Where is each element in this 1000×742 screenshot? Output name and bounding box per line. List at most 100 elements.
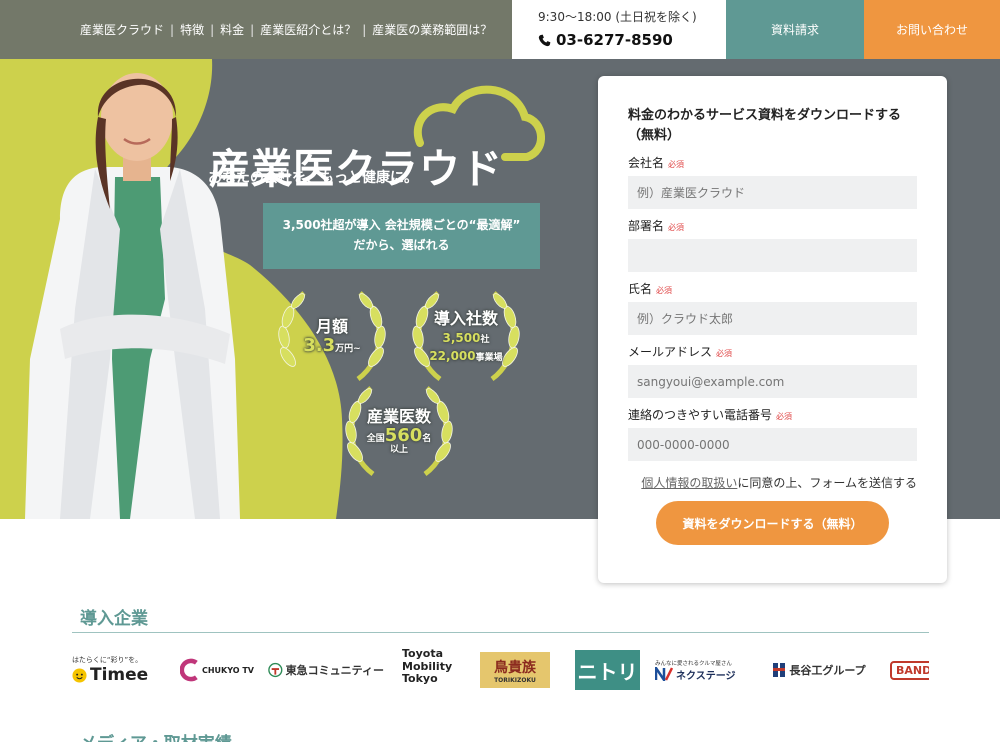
privacy-policy-link[interactable]: 個人情報の取扱い (641, 476, 737, 490)
nav-item-home[interactable]: 産業医クラウド (80, 21, 164, 38)
badge-title: 月額 (315, 317, 348, 337)
department-input[interactable] (628, 239, 917, 273)
field-label: 会社名 必須 (628, 154, 917, 171)
label-text: 連絡のつきやすい電話番号 (628, 408, 773, 423)
client-logo-toyota-mobility: Toyota Mobility Tokyo (402, 648, 453, 686)
privacy-consent: 個人情報の取扱いに同意の上、フォームを送信する (628, 474, 917, 491)
badge-doctor-text: 産業医数 全国560名 以上 (343, 382, 455, 482)
badge-doctor-count: 産業医数 全国560名 以上 (343, 382, 455, 482)
phone-number[interactable]: 03-6277-8590 (538, 31, 726, 49)
logo-name: ネクステージ (676, 670, 736, 682)
client-logo-chukyo-tv: CHUKYO TV (180, 648, 254, 692)
document-download-form: 料金のわかるサービス資料をダウンロードする（無料） 会社名必須 部署名必須 氏名… (598, 76, 947, 583)
email-input[interactable] (628, 365, 917, 399)
logo-name: Timee (90, 665, 149, 685)
field-phone: 連絡のつきやすい電話番号 必須 (628, 406, 917, 462)
badge-title: 産業医数 (366, 407, 431, 427)
badge-unit: 社 (480, 334, 490, 345)
phone-input[interactable] (628, 428, 917, 462)
nav-item-pricing[interactable]: 料金 (220, 21, 244, 38)
field-label: メールアドレス 必須 (628, 343, 917, 360)
nav-item-scope[interactable]: 産業医の業務範囲は？ (372, 21, 492, 38)
client-logo-tokyu-community: 東急コミュニティー (268, 648, 384, 692)
form-title: 料金のわかるサービス資料をダウンロードする（無料） (628, 108, 902, 144)
promo-line-1: 3,500社超が導入 会社規模ごとの“最適解” (282, 218, 521, 233)
field-department: 部署名 必須 (628, 217, 917, 273)
logo-subtext: TORIKIZOKU (494, 676, 536, 684)
required-badge: 必須 (668, 223, 685, 233)
required-badge: 必須 (716, 349, 733, 359)
logo-name: 長谷工グループ (789, 664, 866, 677)
badge-unit: 事業場 (475, 352, 503, 363)
nav-separator: | (250, 22, 255, 37)
client-logo-haseko: 長谷工グループ (772, 648, 866, 692)
badge-value-row: 全国560名 (367, 426, 432, 446)
submit-download-button[interactable]: 資料をダウンロードする（無料） (656, 501, 889, 546)
media-section-title: メディア・取材実績 (80, 729, 232, 742)
badge-suffix: 以上 (389, 444, 408, 455)
client-logo-torikizoku: 鳥貴族 TORIKIZOKU (480, 652, 550, 688)
top-nav: 産業医クラウド | 特徴 | 料金 | 産業医紹介とは？ | 産業医の業務範囲は… (0, 0, 512, 59)
badge-value-row: 3.3万円~ (303, 334, 361, 356)
clients-section-title: 導入企業 (80, 609, 148, 629)
logo-name: 東急コミュニティー (285, 664, 384, 677)
promo-banner: 3,500社超が導入 会社規模ごとの“最適解” だから、選ばれる (263, 203, 540, 269)
badge-monthly-fee: 月額 3.3万円~ (276, 287, 388, 387)
nav-item-features[interactable]: 特徴 (180, 21, 204, 38)
nav-item-about-introduction[interactable]: 産業医紹介とは？ (260, 21, 356, 38)
timee-face-icon (72, 667, 87, 683)
nav-separator: | (170, 22, 175, 37)
nav-separator: | (362, 22, 367, 37)
required-badge: 必須 (656, 286, 673, 296)
logo-subtext: みんなに愛されるクルマ屋さん (655, 660, 732, 667)
phone-number-text: 03-6277-8590 (556, 31, 673, 49)
label-text: 氏名 (628, 282, 653, 297)
hero-tagline: あなたの会社を、もっと健康に。 (208, 170, 418, 186)
client-logo-strip: はたらくに“彩り”を。 Timee CHUKYO TV 東急コミュニティー To… (72, 648, 929, 692)
label-text: 会社名 (628, 156, 665, 171)
field-label: 部署名 必須 (628, 217, 917, 234)
badge-companies-value: 3,500 (442, 330, 481, 345)
field-email: メールアドレス 必須 (628, 343, 917, 399)
chukyo-c-icon (180, 658, 198, 682)
contact-hours-box: 9:30〜18:00 (土日祝を除く) 03-6277-8590 (512, 0, 726, 59)
field-company: 会社名 必須 (628, 154, 917, 210)
business-hours: 9:30〜18:00 (土日祝を除く) (538, 10, 697, 24)
badge-value: 560 (384, 424, 423, 446)
badge-unit: 名 (422, 433, 432, 444)
client-logo-nextage: みんなに愛されるクルマ屋さん ネクステージ (655, 648, 750, 692)
logo-name: 鳥貴族 (494, 659, 536, 676)
badge-adoption-text: 導入社数 3,500社 22,000事業場 (410, 287, 522, 387)
badge-monthly-fee-text: 月額 3.3万円~ (276, 287, 388, 387)
logo-name: CHUKYO TV (201, 665, 254, 675)
logo-main-row: Timee (72, 665, 148, 685)
badge-title: 導入社数 (433, 309, 498, 329)
label-text: メールアドレス (628, 345, 713, 360)
badge-adoption-count: 導入社数 3,500社 22,000事業場 (410, 287, 522, 387)
field-label: 氏名 必須 (628, 280, 917, 297)
logo-subtext: はたらくに“彩り”を。 (72, 656, 143, 664)
badge-line-2: 22,000事業場 (429, 346, 502, 364)
badge-prefix: 全国 (366, 433, 385, 444)
logo-main-row: ネクステージ (655, 667, 736, 682)
logo-name: BAND (890, 660, 929, 680)
badge-line-1: 3,500社 (443, 328, 490, 346)
badge-unit: 万円~ (335, 343, 361, 354)
badge-sites-value: 22,000 (429, 348, 476, 363)
label-text: 部署名 (628, 219, 665, 234)
promo-line-2: だから、選ばれる (353, 238, 450, 252)
field-name: 氏名 必須 (628, 280, 917, 336)
nextage-n-icon (655, 667, 673, 681)
required-badge: 必須 (776, 412, 793, 422)
contact-button[interactable]: お問い合わせ (864, 0, 1000, 59)
request-document-button[interactable]: 資料請求 (726, 0, 864, 59)
badge-value: 3.3 (303, 334, 336, 356)
section-divider (72, 632, 929, 633)
haseko-mark-icon (773, 663, 786, 677)
phone-icon (538, 34, 551, 46)
client-logo-nitori: ニトリ (575, 650, 640, 690)
client-logo-band: BAND (890, 648, 929, 692)
client-logo-timee: はたらくに“彩り”を。 Timee (72, 648, 156, 692)
company-name-input[interactable] (628, 176, 917, 210)
full-name-input[interactable] (628, 302, 917, 336)
